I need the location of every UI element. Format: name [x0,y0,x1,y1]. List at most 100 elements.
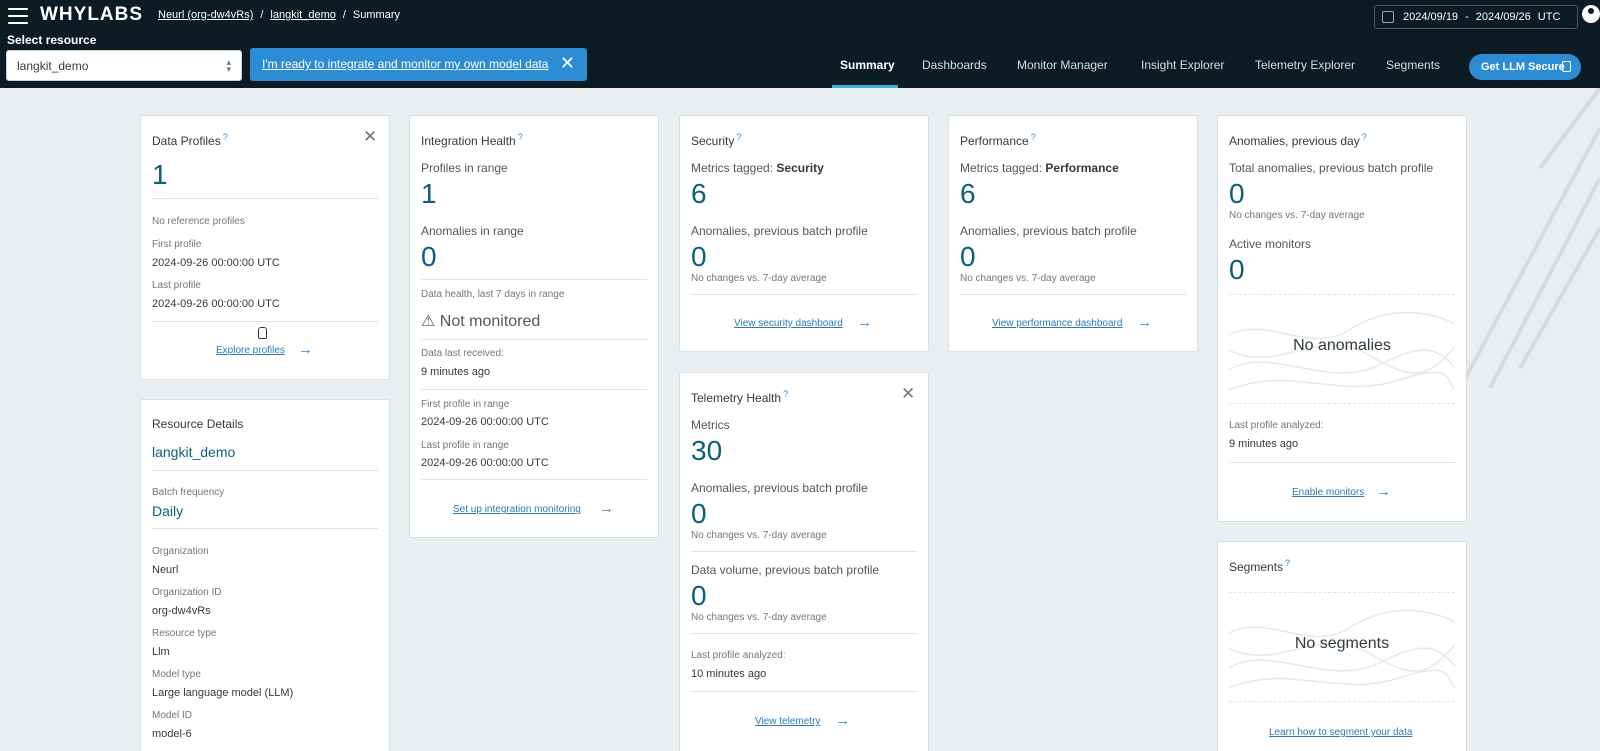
last-profile-analyzed-value: 9 minutes ago [1229,438,1299,450]
resource-type-value: Llm [152,646,170,658]
no-anomalies-text: No anomalies [1293,337,1391,354]
segments-empty-chart: No segments [1229,592,1455,702]
data-last-received-value: 9 minutes ago [421,366,491,378]
warning-icon: ⚠ [421,313,436,330]
change-note: No changes vs. 7-day average [960,273,1096,284]
last-profile-in-range-label: Last profile in range [421,440,509,451]
divider [421,389,647,390]
chevron-updown-icon: ▴ ▾ [226,57,231,74]
user-avatar-icon[interactable] [1582,5,1600,23]
organization-label: Organization [152,546,209,557]
resource-name: langkit_demo [152,444,236,460]
integration-health-card: Integration Health? Profiles in range 1 … [409,115,659,538]
last-profile-analyzed-label: Last profile analyzed: [1229,420,1324,431]
menu-icon[interactable] [8,8,28,24]
total-anomalies-label: Total anomalies, previous batch profile [1229,161,1434,175]
profiles-in-range-label: Profiles in range [421,161,508,175]
active-monitors-label: Active monitors [1229,237,1312,251]
close-icon[interactable]: ✕ [901,385,915,402]
integrate-banner-text[interactable]: I'm ready to integrate and monitor my ow… [262,57,548,71]
get-llm-secure-button[interactable]: Get LLM Secure [1469,54,1581,80]
help-icon[interactable]: ? [1031,132,1036,142]
background-decoration [1458,88,1600,388]
breadcrumb-org-link[interactable]: Neurl (org-dw4vRs) [158,9,253,21]
close-icon[interactable]: ✕ [363,128,377,145]
learn-segment-link[interactable]: Learn how to segment your data [1269,727,1412,738]
breadcrumb-separator: / [342,9,346,21]
date-end: 2024/09/26 [1475,11,1531,23]
last-profile-label: Last profile [152,280,201,291]
arrow-right-icon[interactable]: → [857,315,872,330]
active-tab-indicator [832,85,898,88]
timezone-label: UTC [1537,11,1561,23]
anomalies-label: Anomalies, previous batch profile [960,224,1137,238]
batch-frequency-label: Batch frequency [152,487,225,498]
help-icon[interactable]: ? [223,132,228,142]
no-segments-text: No segments [1294,635,1390,652]
tab-summary[interactable]: Summary [840,58,895,72]
view-performance-dashboard-link[interactable]: View performance dashboard [992,318,1122,329]
help-icon[interactable]: ? [783,389,788,399]
explore-profiles-link[interactable]: Explore profiles [216,345,285,356]
divider [152,470,378,471]
tab-dashboards[interactable]: Dashboards [922,58,987,72]
date-range-picker[interactable]: 2024/09/19 - 2024/09/26 UTC [1374,5,1578,29]
tab-monitor-manager[interactable]: Monitor Manager [1017,58,1108,72]
resource-type-label: Resource type [152,628,217,639]
close-icon[interactable]: ✕ [560,53,575,74]
no-reference-text: No reference profiles [152,216,245,227]
card-title: Integration Health? [421,132,523,148]
arrow-right-icon[interactable]: → [599,501,614,516]
divider [152,528,378,529]
performance-metrics-count: 6 [960,178,976,209]
help-icon[interactable]: ? [736,132,741,142]
lock-icon [1562,61,1571,72]
set-up-integration-monitoring-link[interactable]: Set up integration monitoring [453,504,581,515]
first-profile-label: First profile [152,239,202,250]
change-note: No changes vs. 7-day average [691,612,827,623]
resource-select[interactable]: langkit_demo ▴ ▾ [6,50,242,81]
arrow-right-icon[interactable]: → [1137,315,1152,330]
tab-insight-explorer[interactable]: Insight Explorer [1141,58,1224,72]
arrow-right-icon[interactable]: → [1376,484,1391,499]
first-profile-value: 2024-09-26 00:00:00 UTC [152,257,280,269]
tab-segments[interactable]: Segments [1386,58,1440,72]
whylabs-logo[interactable]: WHYLABS [40,4,143,26]
model-id-label: Model ID [152,710,193,721]
anomalies-label: Anomalies, previous batch profile [691,481,868,495]
active-monitors-value: 0 [1229,254,1245,285]
card-title: Data Profiles? [152,132,228,148]
metrics-tagged-label: Metrics tagged: Performance [960,161,1119,175]
last-profile-in-range-value: 2024-09-26 00:00:00 UTC [421,457,549,469]
anomalies-value: 0 [691,241,707,272]
arrow-right-icon[interactable]: → [835,713,850,728]
model-type-value: Large language model (LLM) [152,687,294,699]
organization-id-label: Organization ID [152,587,222,598]
help-icon[interactable]: ? [518,132,523,142]
divider [421,479,647,480]
arrow-right-icon[interactable]: → [298,342,313,357]
help-icon[interactable]: ? [1362,132,1367,142]
metrics-tagged-label: Metrics tagged: Security [691,161,824,175]
data-profiles-count: 1 [152,159,168,190]
data-health-label: Data health, last 7 days in range [421,289,565,300]
card-title: Telemetry Health? [691,389,789,405]
view-telemetry-link[interactable]: View telemetry [755,716,820,727]
view-security-dashboard-link[interactable]: View security dashboard [734,318,843,329]
tab-telemetry-explorer[interactable]: Telemetry Explorer [1255,58,1355,72]
enable-monitors-link[interactable]: Enable monitors [1292,487,1364,498]
data-health-value: Not monitored [439,313,541,330]
anomalies-card: Anomalies, previous day? Total anomalies… [1217,115,1467,522]
batch-frequency-value: Daily [152,503,184,519]
change-note: No changes vs. 7-day average [1229,210,1365,221]
integrate-banner-button[interactable]: I'm ready to integrate and monitor my ow… [250,48,587,81]
resource-select-value: langkit_demo [17,59,89,73]
anomalies-label: Anomalies, previous batch profile [691,224,868,238]
data-last-received-label: Data last received: [421,348,504,359]
help-icon[interactable]: ? [1285,558,1290,568]
anomalies-value: 0 [691,498,707,529]
breadcrumb-resource-link[interactable]: langkit_demo [270,9,335,21]
organization-id-value: org-dw4vRs [152,605,211,617]
anomalies-in-range-label: Anomalies in range [421,224,524,238]
change-note: No changes vs. 7-day average [691,273,827,284]
